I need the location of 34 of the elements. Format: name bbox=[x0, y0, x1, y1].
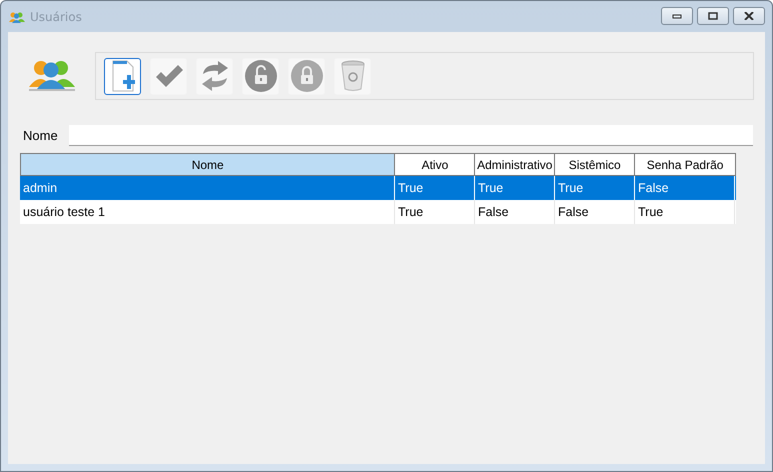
name-input-field[interactable] bbox=[69, 125, 753, 146]
trash-button[interactable] bbox=[334, 58, 371, 94]
table-cell: False bbox=[475, 200, 555, 224]
table-cell: usuário teste 1 bbox=[20, 200, 395, 224]
table-row[interactable]: usuário teste 1 True False False True bbox=[20, 200, 736, 224]
lock-button[interactable] bbox=[288, 58, 325, 94]
minimize-button[interactable] bbox=[661, 6, 693, 24]
minimize-icon bbox=[672, 12, 682, 18]
trash-icon bbox=[340, 60, 366, 92]
maximize-icon bbox=[708, 12, 718, 20]
table-row[interactable]: admin True True True False bbox=[20, 176, 736, 200]
column-header[interactable]: Nome bbox=[21, 154, 396, 175]
unlock-button[interactable] bbox=[242, 58, 279, 94]
close-button[interactable] bbox=[733, 6, 765, 24]
refresh-button[interactable] bbox=[196, 58, 233, 94]
users-icon bbox=[9, 10, 25, 22]
name-label: Nome bbox=[22, 128, 59, 143]
window-title: Usuários bbox=[30, 10, 82, 24]
table-cell: False bbox=[555, 200, 635, 224]
maximize-button[interactable] bbox=[697, 6, 729, 24]
table-cell: True bbox=[395, 200, 475, 224]
column-header[interactable]: Senha Padrão bbox=[635, 154, 735, 175]
lock-icon bbox=[290, 60, 322, 92]
column-header[interactable]: Ativo bbox=[395, 154, 476, 175]
checkmark-icon bbox=[154, 63, 184, 89]
column-header[interactable]: Sistêmico bbox=[555, 154, 636, 175]
new-button[interactable] bbox=[104, 58, 141, 94]
users-icon bbox=[27, 59, 77, 93]
close-icon bbox=[744, 12, 754, 20]
confirm-button[interactable] bbox=[150, 58, 187, 94]
column-header[interactable]: Administrativo bbox=[475, 154, 556, 175]
unlock-icon bbox=[244, 60, 276, 92]
refresh-icon bbox=[200, 60, 230, 92]
table-cell: True bbox=[635, 200, 735, 224]
